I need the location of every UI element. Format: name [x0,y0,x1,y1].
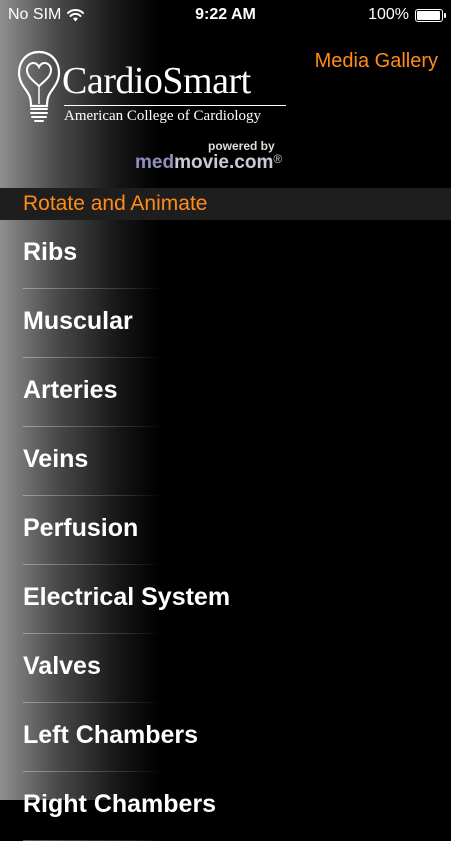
battery-fill [417,10,440,20]
logo-title: CardioSmart [62,60,251,102]
battery-icon [415,8,446,22]
menu-item-left-chambers[interactable]: Left Chambers [0,703,451,772]
logo-divider [64,105,286,106]
status-bar: No SIM 9:22 AM 100% [0,0,451,30]
menu-item-label: Perfusion [23,514,139,542]
section-title: Rotate and Animate [23,192,208,215]
menu-item-label: Veins [23,445,89,473]
menu-item-electrical-system[interactable]: Electrical System [0,565,451,634]
menu-item-label: Valves [23,652,101,680]
menu-item-label: Ribs [23,238,78,266]
menu-item-ribs[interactable]: Ribs [0,220,451,289]
menu-item-label: Left Chambers [23,721,199,749]
menu-item-arteries[interactable]: Arteries [0,358,451,427]
menu-list: Ribs Muscular Arteries Veins Perfusion E… [0,220,451,841]
media-gallery-button[interactable]: Media Gallery [315,50,438,73]
powered-by-label: powered by [208,139,275,153]
menu-item-label: Arteries [23,376,118,404]
cardiosmart-logo: CardioSmart American College of Cardiolo… [16,48,291,138]
brand-registered: ® [273,152,283,166]
logo-subtitle: American College of Cardiology [64,108,262,124]
section-header: Rotate and Animate [0,188,451,220]
brand-med: med [135,152,175,173]
lightbulb-heart-icon [17,50,61,122]
menu-item-veins[interactable]: Veins [0,427,451,496]
medmovie-brand: medmovie.com® [135,152,282,174]
battery-percent: 100% [368,6,409,23]
brand-movie: movie.com [174,152,274,173]
menu-item-label: Electrical System [23,583,231,611]
menu-item-label: Right Chambers [23,790,217,818]
status-right: 100% [368,6,446,24]
menu-item-label: Muscular [23,307,133,335]
menu-item-muscular[interactable]: Muscular [0,289,451,358]
menu-item-right-chambers[interactable]: Right Chambers [0,772,451,841]
menu-item-valves[interactable]: Valves [0,634,451,703]
menu-item-perfusion[interactable]: Perfusion [0,496,451,565]
header: CardioSmart American College of Cardiolo… [0,30,451,188]
